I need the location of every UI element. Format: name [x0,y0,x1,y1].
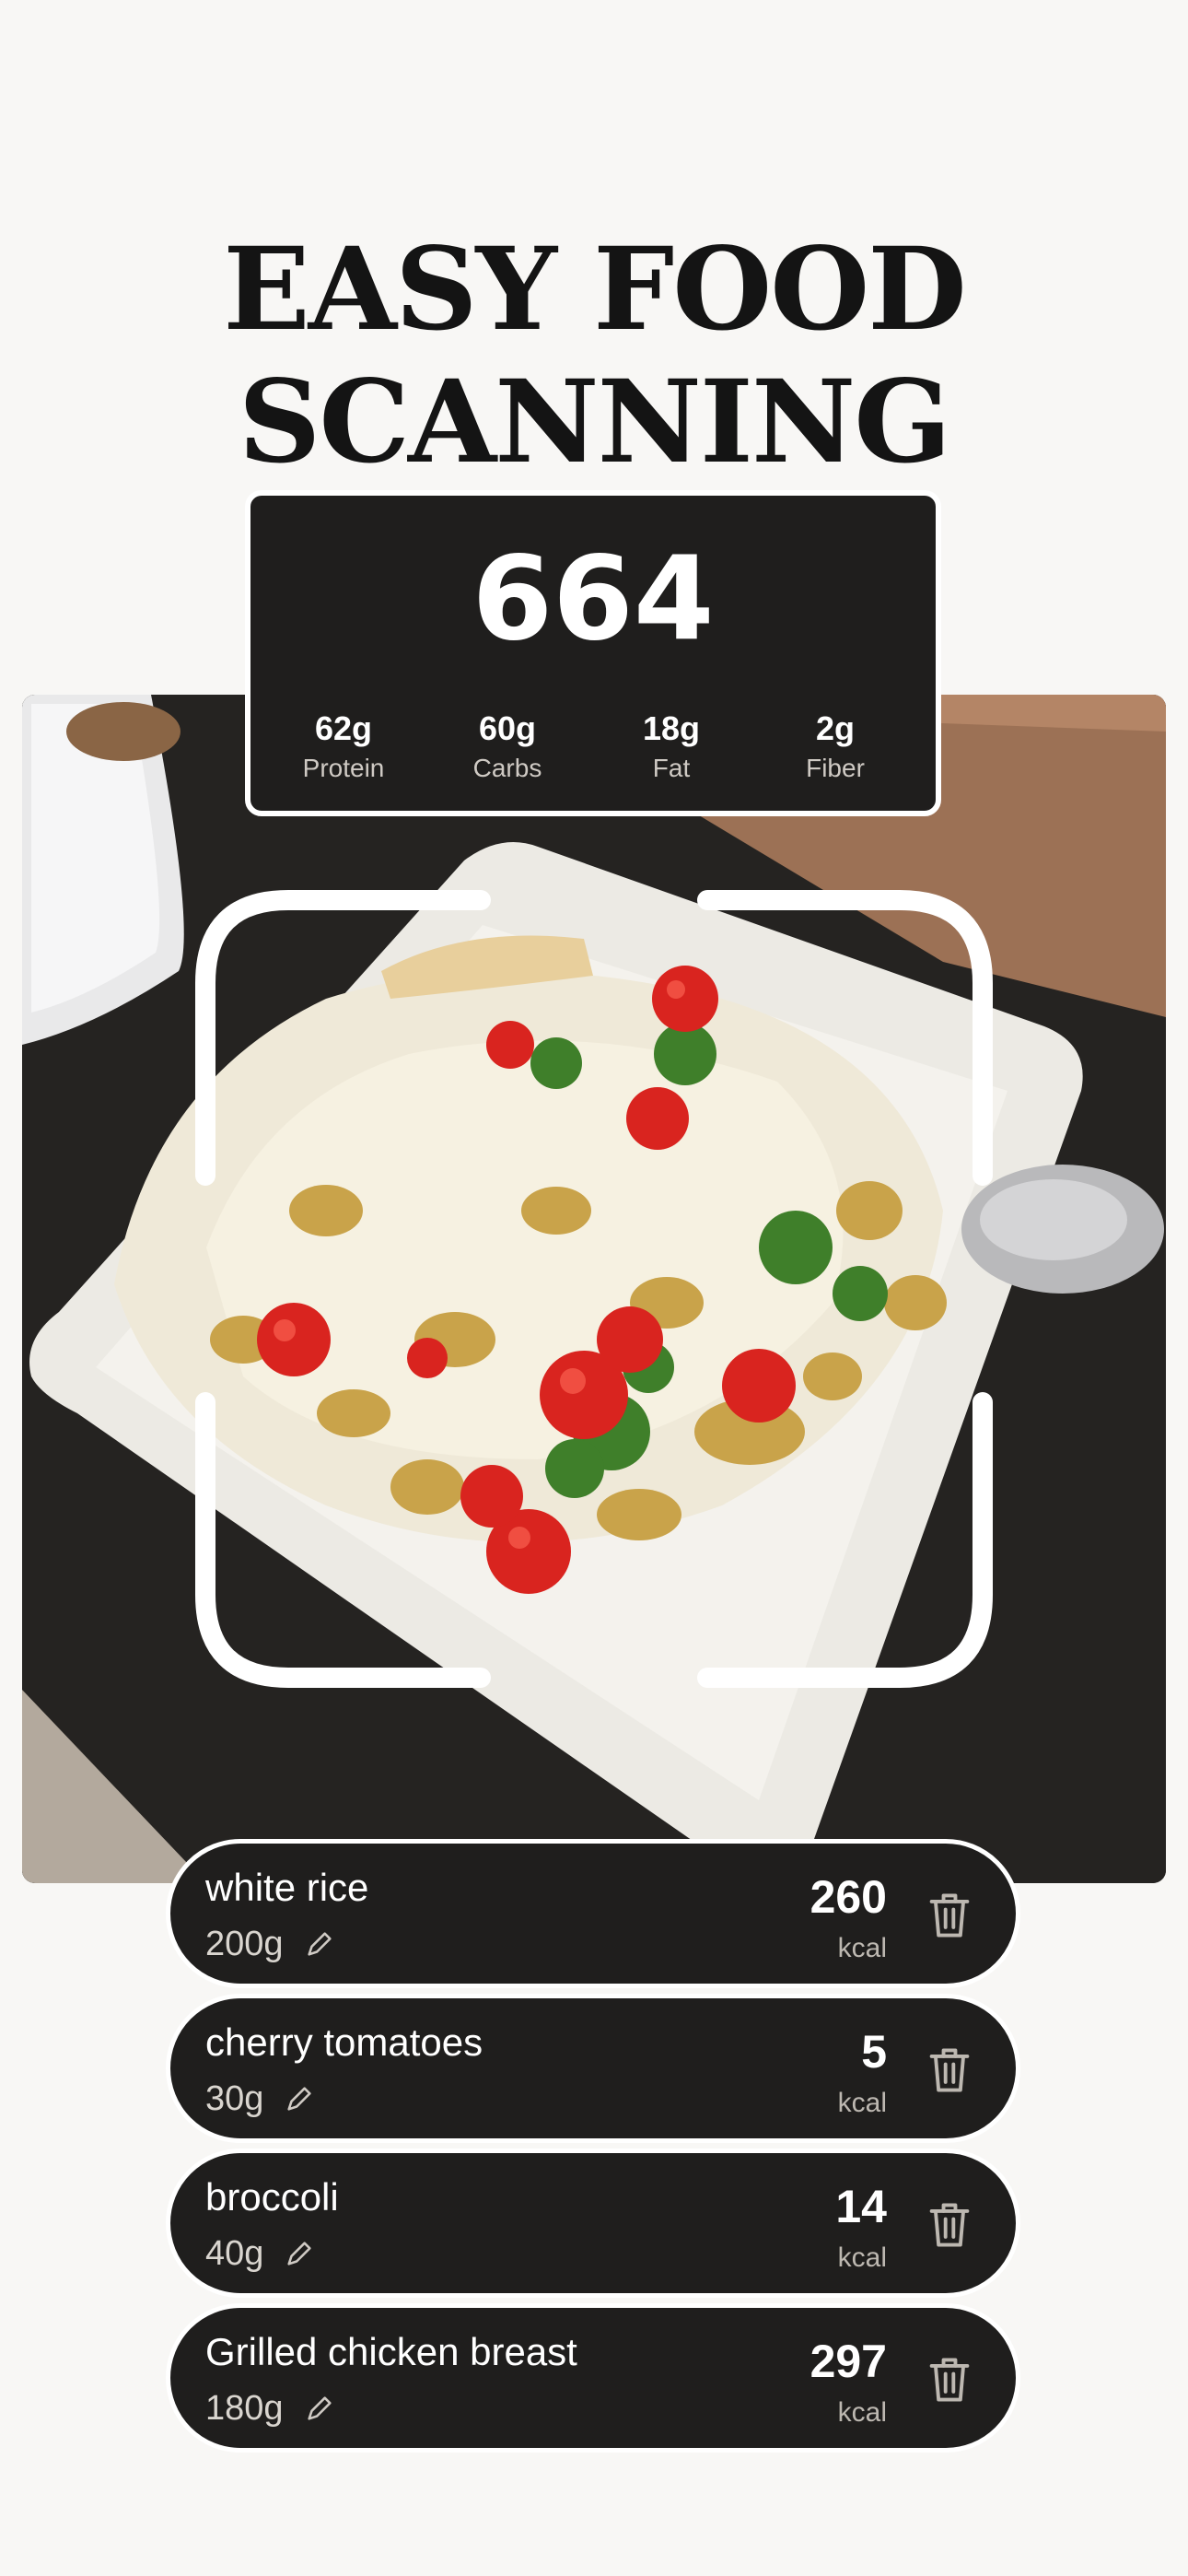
macro-label: Fiber [806,754,865,782]
food-item-weight[interactable]: 40g [205,2232,315,2275]
food-item-kcal-value: 260 [809,1871,887,1923]
food-item-broccoli[interactable]: broccoli 40g 14 kcal [166,2149,1020,2298]
macro-fiber: 2g Fiber [753,709,917,785]
food-item-weight[interactable]: 30g [205,2078,315,2120]
food-item-name: cherry tomatoes [205,2020,483,2064]
total-calories: 664 [472,531,715,666]
food-item-kcal-unit: kcal [837,2397,887,2428]
macro-label: Protein [302,754,385,782]
macros-row: 62g Protein 60g Carbs 18g Fat 2g Fiber [262,709,925,785]
food-item-cherry-tomatoes[interactable]: cherry tomatoes 30g 5 kcal [166,1994,1020,2143]
food-item-weight[interactable]: 180g [205,2387,335,2430]
food-item-weight-value: 30g [205,2079,264,2118]
scan-viewfinder [195,890,993,1688]
headline: EASY FOOD SCANNING [0,224,1188,489]
food-item-kcal-value: 14 [835,2181,887,2232]
food-item-kcal-value: 297 [809,2336,887,2387]
food-item-weight[interactable]: 200g [205,1923,335,1965]
macro-value: 60g [478,709,537,747]
food-item-name: broccoli [205,2175,339,2219]
nutrition-summary-card: 664 62g Protein 60g Carbs 18g Fat 2g Fib… [245,490,941,816]
food-item-kcal-unit: kcal [837,2088,887,2118]
food-item-grilled-chicken-breast[interactable]: Grilled chicken breast 180g 297 kcal [166,2303,1020,2453]
macro-label: Fat [652,754,691,782]
headline-line-1: EASY FOOD [223,223,967,357]
trash-icon[interactable] [926,2199,973,2251]
food-item-name: white rice [205,1866,369,1909]
food-item-list: white rice 200g 260 kcal cherry tomatoes… [166,1839,1020,2458]
macro-protein: 62g Protein [262,709,425,785]
food-item-name: Grilled chicken breast [205,2330,577,2373]
pencil-icon[interactable] [284,2083,315,2114]
trash-icon[interactable] [926,2354,973,2406]
food-item-kcal-value: 5 [861,2026,887,2078]
food-item-weight-value: 40g [205,2234,264,2273]
food-item-weight-value: 180g [205,2389,284,2428]
food-item-kcal-unit: kcal [837,1933,887,1963]
food-item-white-rice[interactable]: white rice 200g 260 kcal [166,1839,1020,1988]
pencil-icon[interactable] [304,2393,335,2424]
macro-value: 2g [815,709,855,747]
trash-icon[interactable] [926,2044,973,2096]
food-item-weight-value: 200g [205,1925,284,1963]
pencil-icon[interactable] [304,1928,335,1960]
pencil-icon[interactable] [284,2238,315,2269]
macro-value: 62g [314,709,373,747]
macro-carbs: 60g Carbs [425,709,589,785]
macro-fat: 18g Fat [589,709,753,785]
food-item-kcal-unit: kcal [837,2242,887,2273]
macro-label: Carbs [472,754,542,782]
trash-icon[interactable] [926,1890,973,1941]
headline-line-2: SCANNING [238,356,951,490]
macro-value: 18g [642,709,701,747]
